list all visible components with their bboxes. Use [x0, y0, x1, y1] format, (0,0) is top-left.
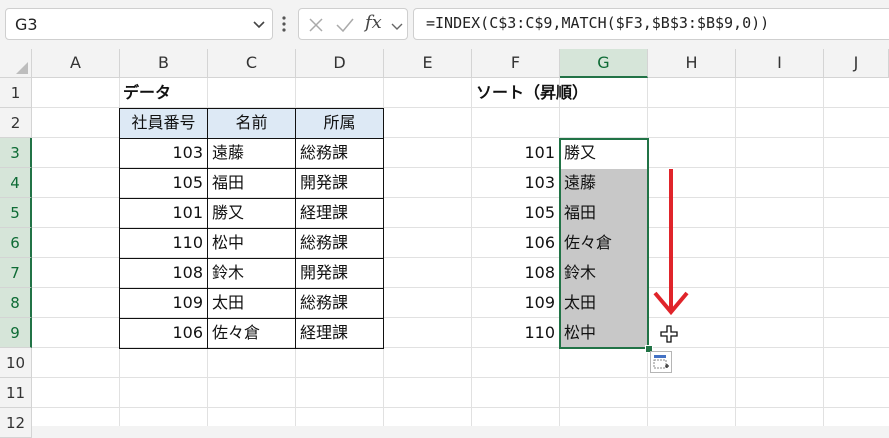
gridline	[32, 377, 889, 378]
table-cell[interactable]: 103	[120, 138, 207, 168]
formula-input[interactable]: =INDEX(C$3:C$9,MATCH($F3,$B$3:$B$9,0))	[413, 8, 889, 40]
selection-border	[559, 138, 649, 349]
gridline	[735, 78, 736, 426]
table-cell[interactable]: 106	[120, 318, 207, 348]
table-cell[interactable]: 101	[120, 198, 207, 228]
table-cell[interactable]: 遠藤	[208, 138, 295, 168]
worksheet-grid[interactable]: A B C D E F G H I J 1 2 3 4 5 6 7 8 9 10…	[0, 49, 889, 438]
table-cell[interactable]: 総務課	[296, 288, 383, 318]
sort-cell[interactable]: 106	[472, 228, 559, 258]
chevron-down-icon[interactable]	[252, 17, 266, 31]
column-header-f[interactable]: F	[472, 49, 560, 78]
table-cell[interactable]: 開発課	[296, 258, 383, 288]
column-header-e[interactable]: E	[384, 49, 472, 78]
select-all-button[interactable]	[0, 49, 32, 78]
column-header-h[interactable]: H	[648, 49, 736, 78]
down-arrow-annotation	[653, 169, 689, 316]
chevron-down-icon[interactable]	[391, 20, 403, 32]
table-header-employee-id[interactable]: 社員番号	[120, 108, 207, 138]
row-header-2[interactable]: 2	[0, 108, 32, 138]
row-header-10[interactable]: 10	[0, 348, 32, 378]
row-header-5[interactable]: 5	[0, 198, 32, 228]
row-header-1[interactable]: 1	[0, 78, 32, 108]
column-header-g[interactable]: G	[560, 49, 648, 78]
row-header-11[interactable]: 11	[0, 378, 32, 408]
sort-cell[interactable]: 105	[472, 198, 559, 228]
table-cell[interactable]: 福田	[208, 168, 295, 198]
cancel-icon[interactable]	[308, 17, 324, 33]
row-header-3[interactable]: 3	[0, 138, 32, 168]
column-header-c[interactable]: C	[208, 49, 296, 78]
quick-analysis-icon	[653, 355, 669, 369]
formula-bar: G3 fx =INDEX(C$3:C$9,MATCH($F3,$B$3:$B$9…	[0, 0, 889, 48]
column-header-b[interactable]: B	[120, 49, 208, 78]
table-header-name[interactable]: 名前	[208, 108, 295, 138]
column-header-a[interactable]: A	[32, 49, 120, 78]
table-cell[interactable]: 経理課	[296, 318, 383, 348]
sort-cell[interactable]: 110	[472, 318, 559, 348]
table-cell[interactable]: 109	[120, 288, 207, 318]
table-cell[interactable]: 太田	[208, 288, 295, 318]
data-title[interactable]: データ	[123, 78, 223, 108]
table-cell[interactable]: 108	[120, 258, 207, 288]
formula-text: =INDEX(C$3:C$9,MATCH($F3,$B$3:$B$9,0))	[426, 14, 770, 32]
fill-cursor-icon	[660, 325, 678, 343]
sort-title[interactable]: ソート（昇順）	[476, 78, 636, 108]
table-cell[interactable]: 総務課	[296, 138, 383, 168]
column-header-j[interactable]: J	[824, 49, 889, 78]
table-cell[interactable]: 経理課	[296, 198, 383, 228]
table-header-department[interactable]: 所属	[296, 108, 383, 138]
row-header-9[interactable]: 9	[0, 318, 32, 348]
formula-controls: fx	[298, 8, 408, 40]
quick-analysis-button[interactable]	[650, 351, 672, 373]
table-cell[interactable]: 開発課	[296, 168, 383, 198]
sort-cell[interactable]: 101	[472, 138, 559, 168]
sort-cell[interactable]: 108	[472, 258, 559, 288]
table-cell[interactable]: 佐々倉	[208, 318, 295, 348]
name-box-value: G3	[15, 15, 38, 34]
table-cell[interactable]: 鈴木	[208, 258, 295, 288]
table-cell[interactable]: 105	[120, 168, 207, 198]
insert-function-button[interactable]: fx	[365, 12, 382, 33]
row-header-7[interactable]: 7	[0, 258, 32, 288]
enter-icon[interactable]	[335, 17, 355, 33]
table-cell[interactable]: 110	[120, 228, 207, 258]
table-cell[interactable]: 勝又	[208, 198, 295, 228]
more-options-icon[interactable]	[280, 14, 288, 34]
row-header-8[interactable]: 8	[0, 288, 32, 318]
table-cell[interactable]: 松中	[208, 228, 295, 258]
gridline	[32, 407, 889, 408]
select-all-icon	[16, 62, 28, 74]
row-header-4[interactable]: 4	[0, 168, 32, 198]
sort-cell[interactable]: 109	[472, 288, 559, 318]
sort-cell[interactable]: 103	[472, 168, 559, 198]
column-header-d[interactable]: D	[296, 49, 384, 78]
gridline	[823, 78, 824, 426]
column-header-i[interactable]: I	[736, 49, 824, 78]
row-header-6[interactable]: 6	[0, 228, 32, 258]
table-cell[interactable]: 総務課	[296, 228, 383, 258]
name-box[interactable]: G3	[5, 8, 273, 40]
row-header-12[interactable]: 12	[0, 408, 32, 438]
